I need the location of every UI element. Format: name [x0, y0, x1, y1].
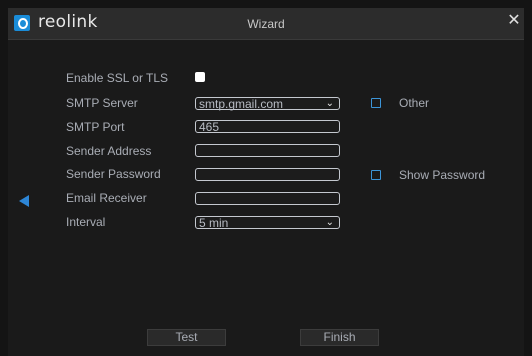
back-arrow-icon[interactable]	[19, 195, 29, 207]
interval-label: Interval	[66, 215, 106, 229]
window-title: Wizard	[247, 17, 285, 31]
finish-button[interactable]: Finish	[300, 329, 379, 346]
smtp-port-value: 465	[199, 120, 220, 134]
show-password-label: Show Password	[399, 168, 486, 182]
interval-select[interactable]: 5 min ⌄	[195, 216, 340, 230]
sender-address-input[interactable]	[195, 144, 340, 157]
test-button[interactable]: Test	[147, 329, 226, 346]
show-password-checkbox[interactable]	[371, 170, 381, 180]
interval-value: 5 min	[199, 216, 229, 230]
other-label: Other	[399, 96, 430, 110]
email-receiver-label: Email Receiver	[66, 191, 147, 205]
close-icon[interactable]: ✕	[507, 13, 521, 29]
smtp-server-value: smtp.gmail.com	[199, 97, 284, 111]
sender-password-input[interactable]	[195, 168, 340, 181]
sender-password-label: Sender Password	[66, 167, 161, 181]
smtp-port-label: SMTP Port	[66, 120, 125, 134]
ssl-label: Enable SSL or TLS	[66, 71, 169, 85]
sender-address-label: Sender Address	[66, 144, 152, 158]
email-receiver-input[interactable]	[195, 192, 340, 205]
ssl-checkbox[interactable]	[195, 72, 205, 82]
chevron-down-icon: ⌄	[325, 98, 334, 109]
other-checkbox[interactable]	[371, 98, 381, 108]
smtp-server-select[interactable]: smtp.gmail.com ⌄	[195, 97, 340, 111]
smtp-port-input[interactable]: 465	[195, 120, 340, 134]
chevron-down-icon: ⌄	[325, 217, 334, 228]
smtp-server-label: SMTP Server	[66, 96, 138, 110]
